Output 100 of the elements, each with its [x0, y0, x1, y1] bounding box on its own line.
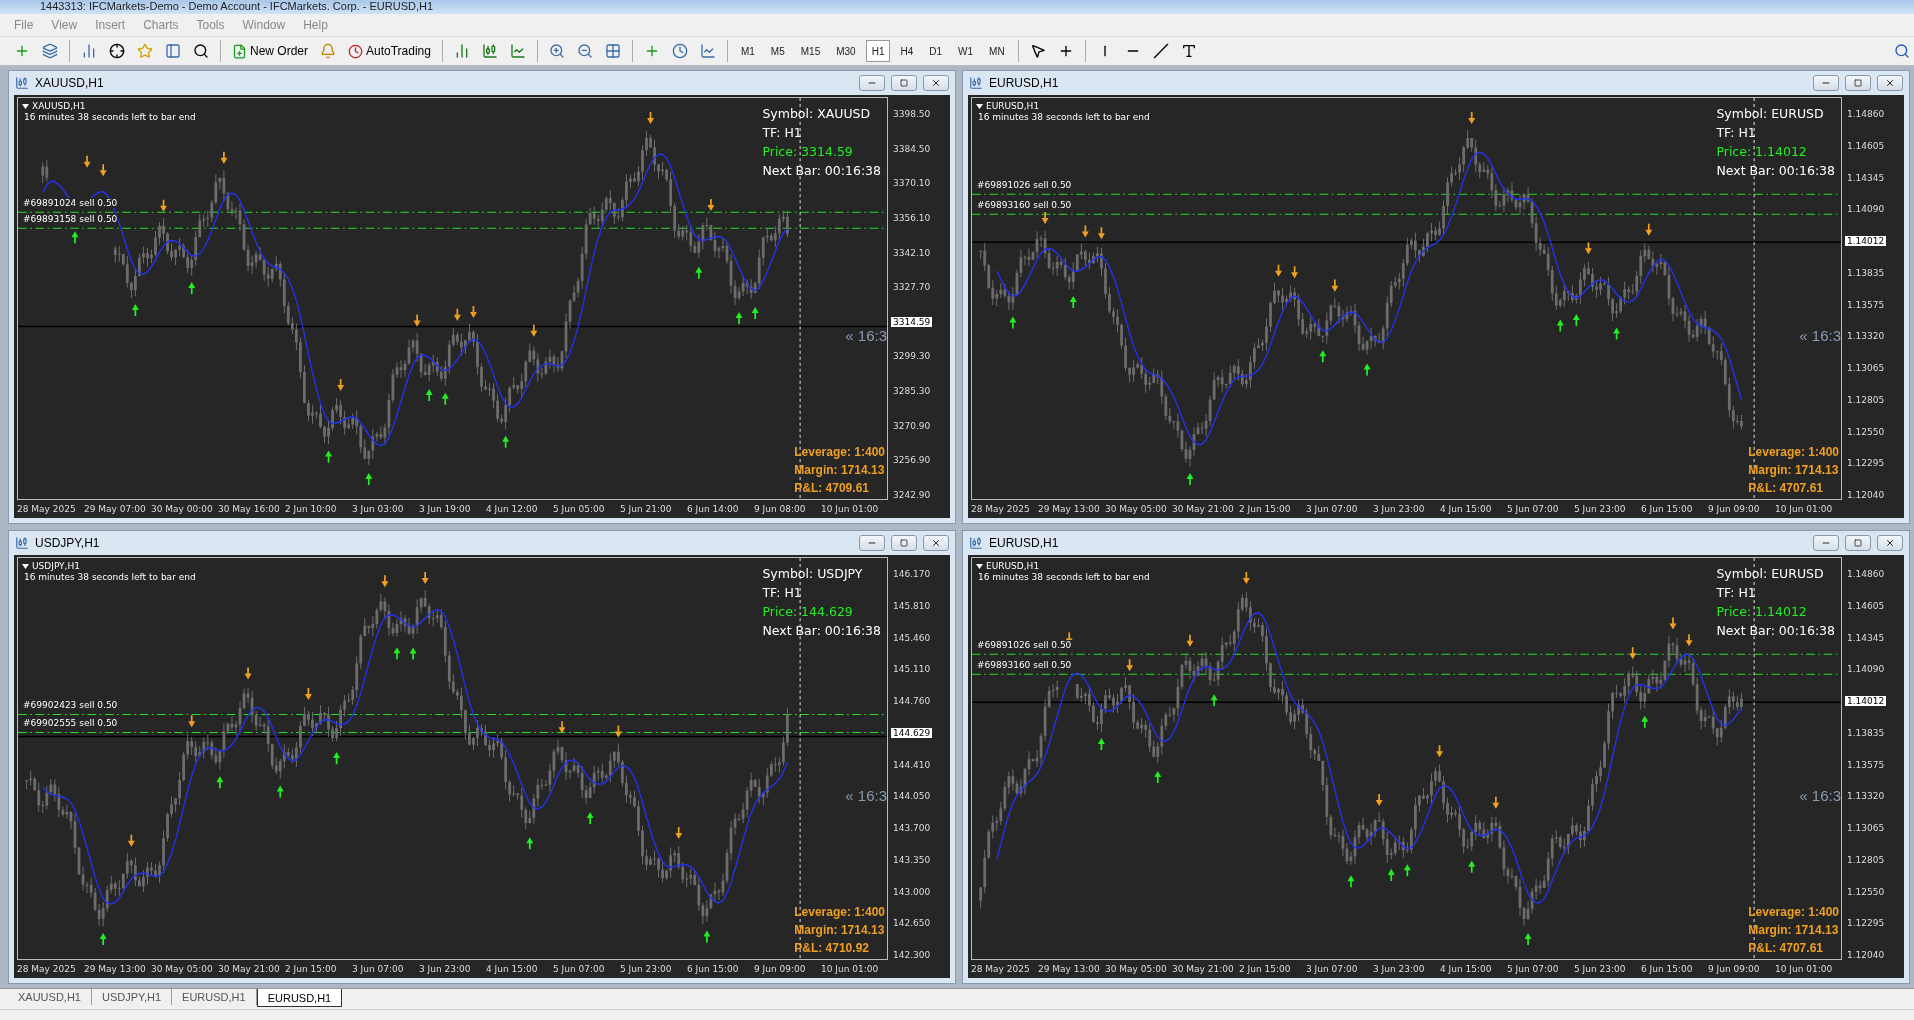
price-axis-label: 145.810	[892, 600, 932, 611]
symbol-info-text: Price: 1.14012	[1716, 604, 1808, 619]
account-info-text: Leverage: 1:400	[794, 905, 885, 919]
countdown-ghost-text: « 16:3	[845, 326, 887, 344]
time-axis-label: 4 Jun 15:00	[486, 964, 539, 974]
chart-symbol-label: EURUSD,H1	[986, 101, 1040, 111]
price-axis-label: 1.12550	[1846, 886, 1886, 897]
time-axis-label: 28 May 2025	[971, 504, 1031, 514]
price-axis-label: 145.110	[892, 664, 932, 675]
price-axis-label: 143.700	[892, 823, 932, 833]
timeframe-button[interactable]: H1	[865, 40, 891, 62]
price-axis-label: 3285.30	[892, 386, 932, 396]
chart-tab[interactable]: EURUSD,H1	[256, 989, 343, 1007]
time-axis-label: 3 Jun 03:00	[352, 504, 405, 514]
order-label: #69891026 sell 0.50	[976, 640, 1073, 651]
timeframe-button[interactable]: D1	[923, 40, 949, 62]
autotrading-button[interactable]: AutoTrading	[344, 39, 435, 63]
time-axis-label: 5 Jun 05:00	[553, 504, 606, 514]
price-axis-label: 3398.50	[892, 109, 932, 119]
symbol-info-text: Symbol: XAUUSD	[762, 106, 872, 121]
timeframe-button[interactable]: H4	[894, 40, 920, 62]
price-axis-label: 142.300	[892, 950, 932, 960]
time-axis-label: 5 Jun 21:00	[620, 504, 673, 514]
time-axis-label: 2 Jun 10:00	[285, 504, 338, 514]
time-axis-label: 2 Jun 15:00	[1239, 504, 1292, 514]
timeframe-button[interactable]: W1	[952, 40, 980, 62]
price-axis-label: 3356.10	[892, 212, 932, 223]
time-axis-label: 5 Jun 07:00	[553, 964, 606, 974]
price-axis-label: 1.13835	[1846, 267, 1886, 278]
price-axis-label: 1.12805	[1846, 854, 1886, 865]
price-axis-label: 1.14090	[1846, 664, 1886, 675]
symbol-info-text: Price: 144.629	[762, 604, 854, 619]
chart-window-title: XAUUSD,H1	[35, 76, 105, 90]
price-axis-label: 1.14605	[1846, 140, 1886, 151]
time-axis-label: 29 May 13:00	[1038, 964, 1101, 974]
time-axis-label: 6 Jun 15:00	[1641, 964, 1694, 974]
symbol-info-text: Next Bar: 00:16:38	[762, 623, 881, 638]
timeframe-button[interactable]: M15	[794, 40, 827, 62]
price-axis-label: 3299.30	[892, 351, 932, 362]
price-axis-label: 1.13320	[1846, 791, 1886, 802]
current-price-label: 3314.59	[891, 316, 933, 327]
price-axis-label: 3342.10	[892, 247, 932, 258]
time-axis-label: 30 May 21:00	[218, 964, 281, 974]
price-axis-label: 3384.50	[892, 143, 932, 154]
price-axis-label: 1.12040	[1846, 950, 1886, 960]
time-axis-label: 3 Jun 23:00	[419, 964, 472, 974]
price-axis-label: 1.12550	[1846, 426, 1886, 437]
countdown-ghost-text: « 16:3	[1799, 326, 1841, 344]
account-info-text: Margin: 1714.13	[794, 923, 885, 937]
time-axis-label: 5 Jun 07:00	[1507, 964, 1560, 974]
current-price-label: 1.14012	[1845, 696, 1887, 706]
symbol-info-text: Symbol: EURUSD	[1716, 106, 1825, 121]
chart-symbol-label: USDJPY,H1	[32, 561, 80, 571]
chart-window-title: EURUSD,H1	[989, 76, 1060, 90]
time-axis-label: 3 Jun 19:00	[419, 504, 472, 514]
account-info-text: P&L: 4709.61	[794, 481, 870, 495]
account-info-text: Leverage: 1:400	[1748, 905, 1839, 919]
symbol-info-text: TF: H1	[1716, 125, 1757, 140]
time-axis-label: 30 May 21:00	[1172, 964, 1235, 974]
chart-tab[interactable]: XAUUSD,H1	[8, 989, 92, 1005]
time-axis-label: 4 Jun 15:00	[1440, 964, 1493, 974]
price-axis-label: 1.13320	[1846, 331, 1886, 342]
account-info-text: Margin: 1714.13	[1748, 463, 1839, 477]
timeframe-button[interactable]: MN	[983, 40, 1011, 62]
timeframe-button[interactable]: M5	[764, 40, 791, 62]
account-info-text: Margin: 1714.13	[1748, 923, 1839, 937]
price-axis-label: 142.650	[892, 918, 932, 929]
price-axis-label: 1.14605	[1846, 600, 1886, 611]
account-info-text: Leverage: 1:400	[794, 445, 885, 459]
price-axis-label: 1.12295	[1846, 918, 1886, 929]
symbol-info-text: Price: 1.14012	[1716, 144, 1808, 159]
time-axis-label: 29 May 13:00	[84, 964, 147, 974]
symbol-info-text: Next Bar: 00:16:38	[762, 163, 881, 178]
order-label: #69893160 sell 0.50	[976, 200, 1073, 211]
price-axis-label: 146.170	[892, 569, 932, 579]
price-axis-label: 1.12040	[1846, 490, 1886, 500]
account-info-text: P&L: 4707.61	[1748, 481, 1824, 495]
symbol-info-text: Next Bar: 00:16:38	[1716, 163, 1835, 178]
timeframe-button[interactable]: M1	[734, 40, 761, 62]
time-axis-label: 4 Jun 12:00	[486, 504, 539, 514]
price-axis-label: 1.13575	[1846, 299, 1886, 310]
time-axis-label: 9 Jun 09:00	[1708, 964, 1761, 974]
price-axis-label: 143.350	[892, 854, 932, 865]
time-axis-label: 28 May 2025	[17, 964, 77, 974]
time-axis-label: 5 Jun 23:00	[620, 964, 673, 974]
account-info-text: Leverage: 1:400	[1748, 445, 1839, 459]
countdown-ghost-text: « 16:3	[1799, 786, 1841, 804]
time-axis-label: 28 May 2025	[17, 504, 77, 514]
time-axis-label: 9 Jun 09:00	[754, 964, 807, 974]
timeframe-button[interactable]: M30	[830, 40, 862, 62]
chart-tab[interactable]: EURUSD,H1	[172, 989, 257, 1005]
time-axis-label: 10 Jun 01:00	[821, 964, 880, 974]
time-axis-label: 30 May 16:00	[218, 504, 281, 514]
time-axis-label: 30 May 05:00	[1105, 964, 1168, 974]
time-axis-label: 29 May 07:00	[84, 504, 147, 514]
chart-tab[interactable]: USDJPY,H1	[91, 989, 173, 1005]
time-axis-label: 28 May 2025	[971, 964, 1031, 974]
new-order-button[interactable]: New Order	[228, 39, 312, 63]
price-axis-label: 1.13835	[1846, 727, 1886, 738]
time-axis-label: 9 Jun 08:00	[754, 504, 807, 514]
